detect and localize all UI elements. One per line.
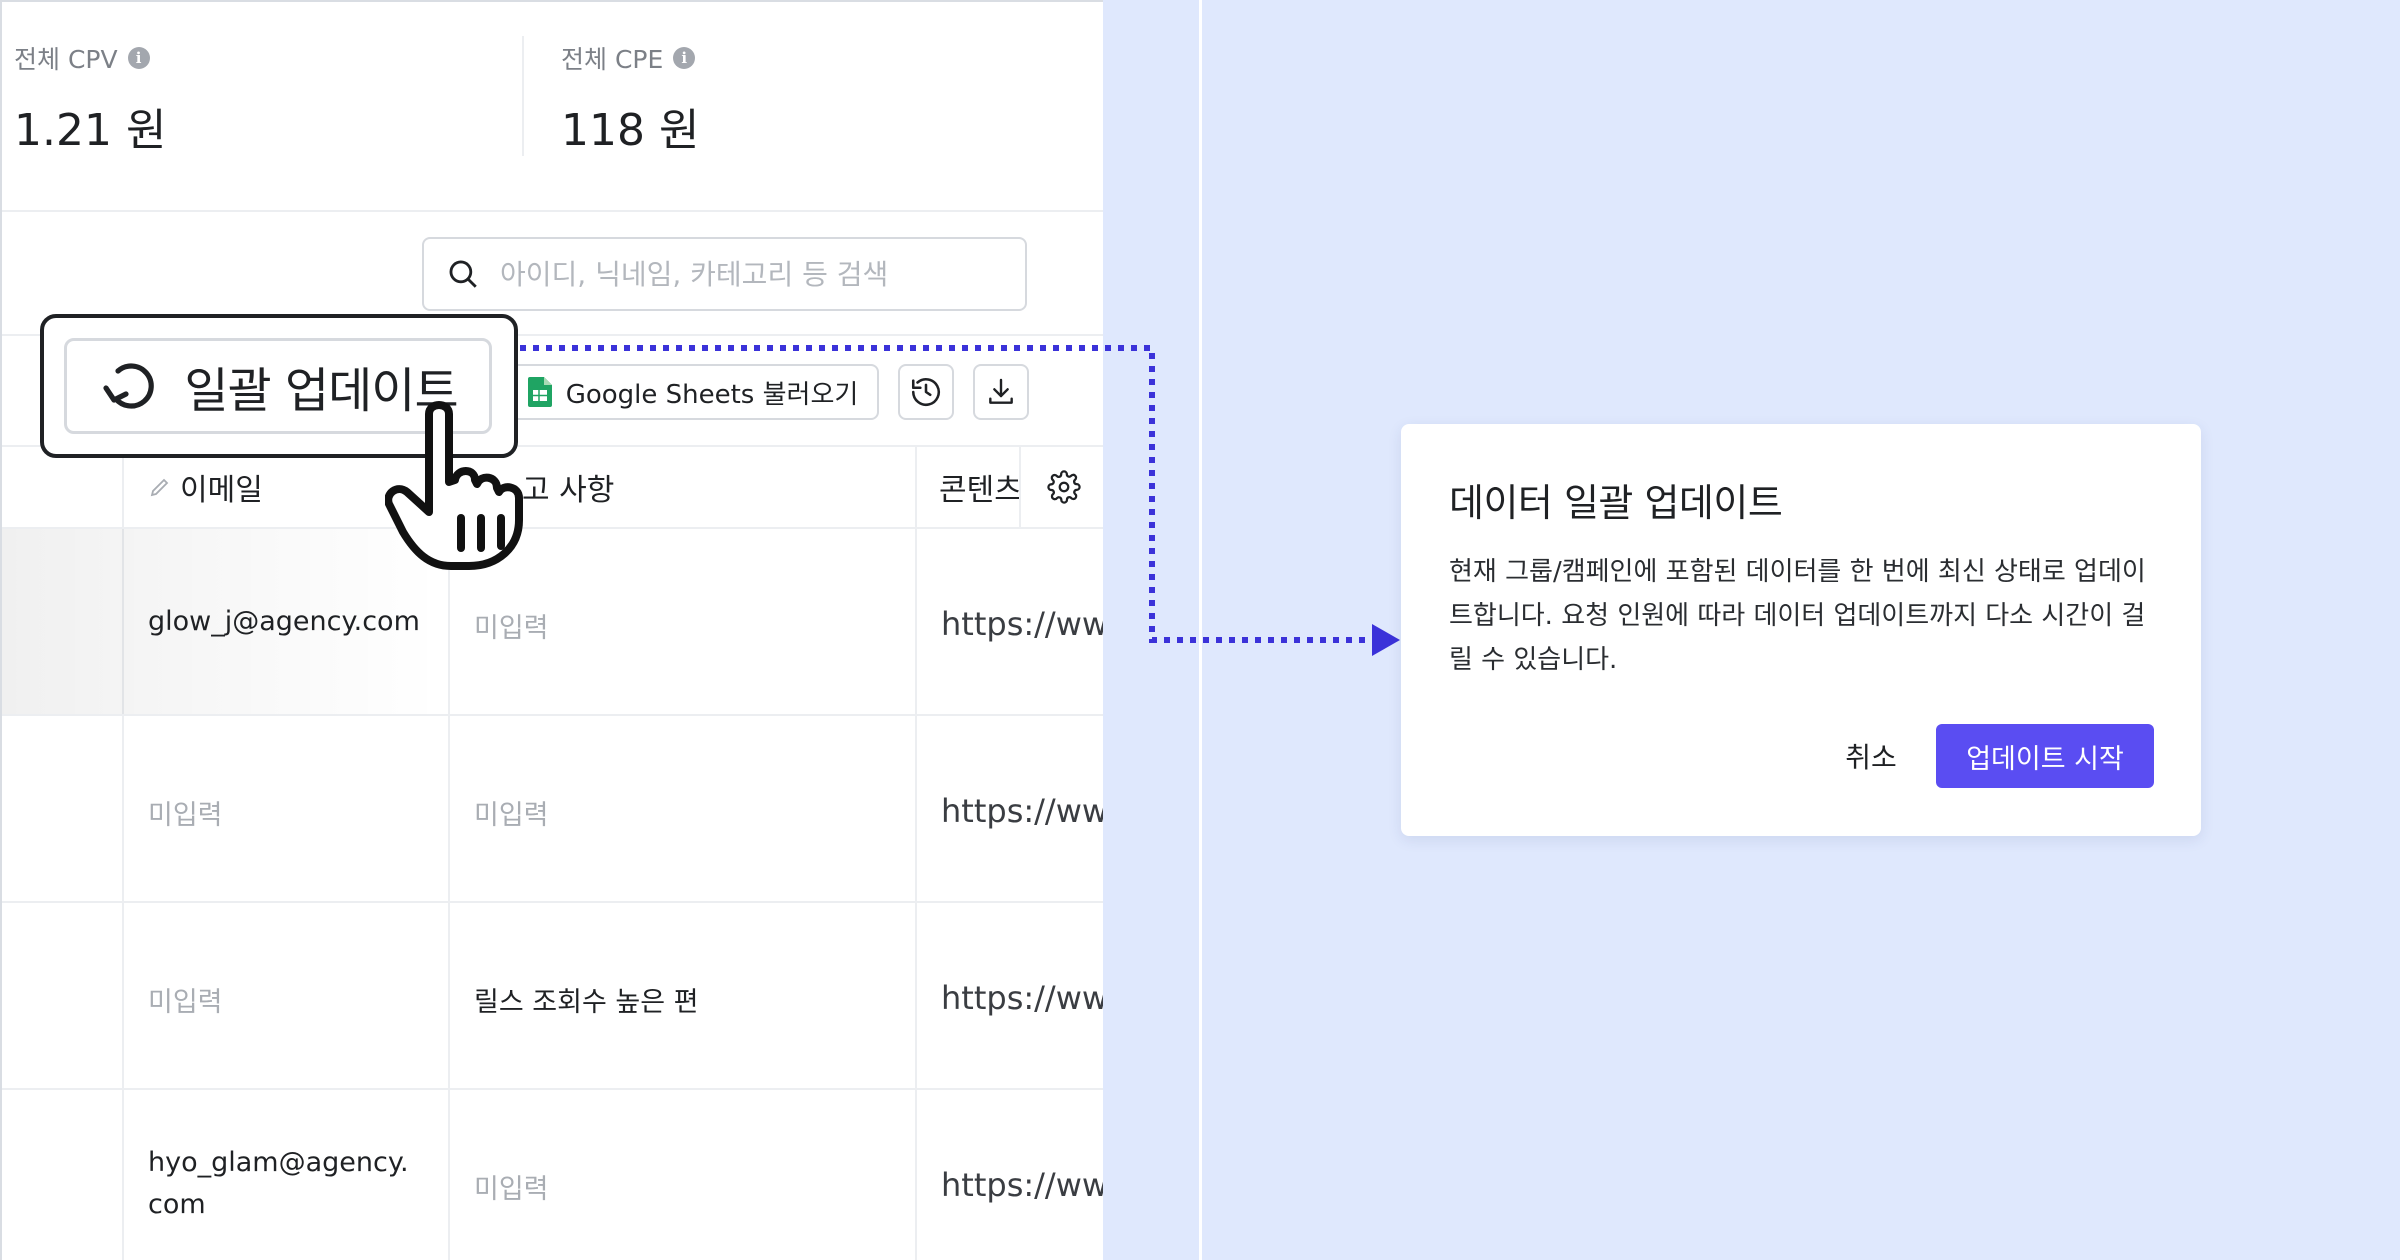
pointer-hand-icon — [385, 401, 523, 570]
email-cell[interactable]: glow_j@agency.com — [148, 606, 420, 637]
stat-value: 1.21 원 — [14, 105, 167, 156]
panel-divider — [1199, 0, 1202, 1260]
row-divider — [2, 901, 1103, 903]
download-icon — [989, 378, 1013, 404]
content-cell[interactable]: https://www — [941, 792, 1103, 830]
row-divider — [2, 1088, 1103, 1090]
column-settings-button[interactable] — [1019, 447, 1103, 527]
start-update-button[interactable]: 업데이트 시작 — [1936, 724, 2154, 788]
download-button[interactable] — [973, 364, 1029, 420]
column-header-email[interactable]: 이메일 — [148, 447, 263, 527]
note-cell[interactable]: 릴스 조회수 높은 편 — [474, 980, 698, 1019]
search-icon — [449, 260, 477, 288]
dialog-description: 현재 그룹/캠페인에 포함된 데이터를 한 번에 최신 상태로 업데이트합니다.… — [1449, 557, 2146, 675]
gear-icon — [1047, 470, 1081, 504]
stat-value: 118 원 — [561, 105, 700, 156]
content-cell[interactable]: https://www — [941, 1166, 1103, 1204]
search-box[interactable] — [422, 237, 1027, 311]
stat-label: 전체 CPE — [561, 45, 664, 74]
pencil-icon — [150, 478, 169, 497]
dialog-title: 데이터 일괄 업데이트 — [1449, 481, 1783, 525]
note-cell[interactable]: 미입력 — [474, 1167, 549, 1206]
note-cell[interactable]: 미입력 — [474, 606, 549, 645]
column-divider — [915, 447, 917, 1260]
info-icon[interactable]: i — [673, 47, 696, 69]
stat-label: 전체 CPV — [14, 45, 118, 74]
history-button[interactable] — [898, 364, 954, 420]
google-sheets-import-label: Google Sheets 불러오기 — [565, 379, 859, 410]
history-icon — [911, 378, 941, 407]
section-divider — [2, 210, 1103, 212]
column-header-note[interactable]: 고 사항 — [522, 447, 614, 527]
content-cell[interactable]: https://www — [941, 605, 1103, 643]
email-cell[interactable]: 미입력 — [148, 793, 223, 832]
row-divider — [2, 714, 1103, 716]
email-cell[interactable]: 미입력 — [148, 980, 223, 1019]
info-icon[interactable]: i — [127, 47, 150, 69]
search-input[interactable] — [498, 256, 1002, 292]
stat-divider — [522, 36, 524, 156]
note-cell[interactable]: 미입력 — [474, 793, 549, 832]
email-cell[interactable]: hyo_glam@agency.com — [148, 1142, 418, 1226]
bulk-update-dialog: 데이터 일괄 업데이트 현재 그룹/캠페인에 포함된 데이터를 한 번에 최신 … — [1401, 424, 2201, 836]
google-sheets-import-button[interactable]: Google Sheets 불러오기 — [507, 364, 879, 420]
content-cell[interactable]: https://www — [941, 979, 1103, 1017]
column-header-content[interactable]: 콘텐츠 — [939, 447, 1022, 527]
cancel-button[interactable]: 취소 — [1821, 724, 1921, 788]
refresh-icon — [103, 363, 155, 409]
table-panel: 전체 CPV i 1.21 원 전체 CPE i 118 원 Google Sh… — [0, 0, 1103, 1260]
